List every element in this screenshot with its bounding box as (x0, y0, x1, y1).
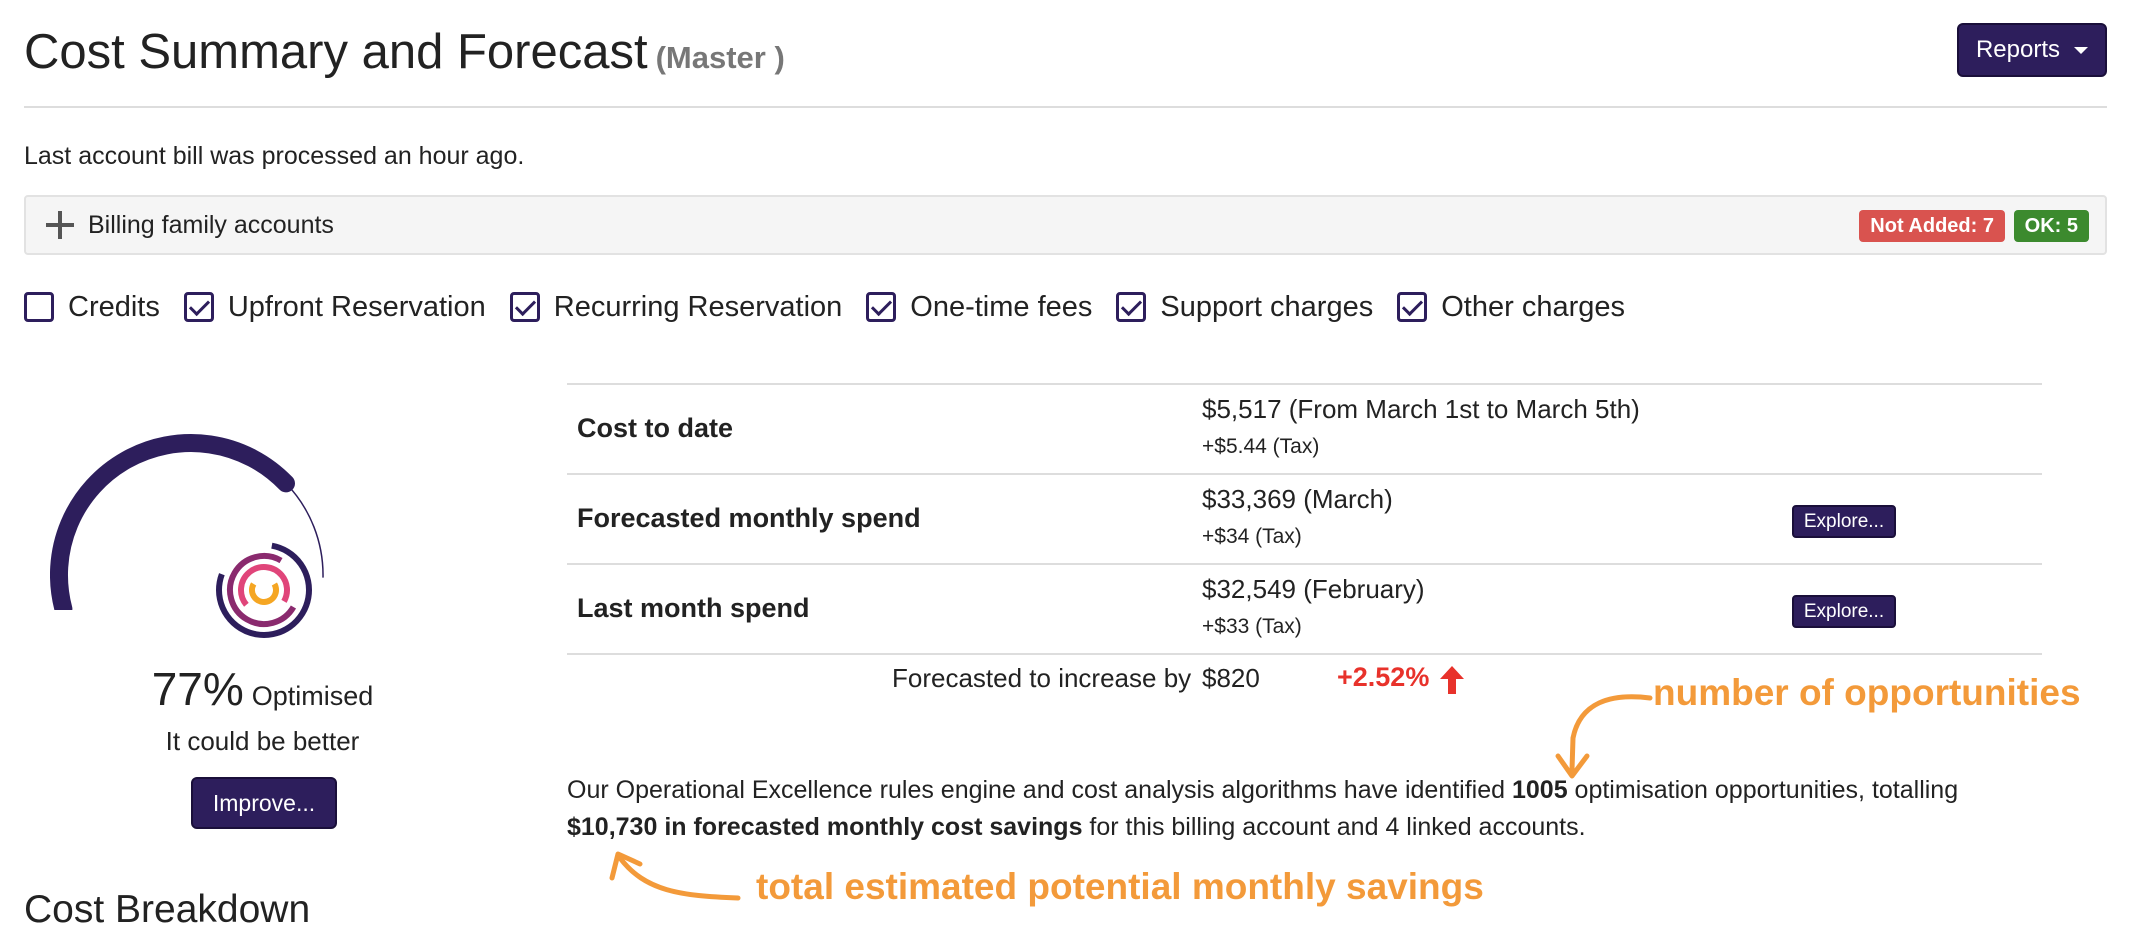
last-month-spend-label: Last month spend (577, 593, 810, 623)
support-charges-checkbox[interactable] (1116, 292, 1147, 322)
cost-breakdown-heading: Cost Breakdown (24, 888, 311, 931)
arrow-up-icon (1440, 666, 1464, 694)
recurring-reservation-label: Recurring Reservation (553, 290, 843, 323)
charge-filters: Credits Upfront Reservation Recurring Re… (24, 287, 1649, 327)
table-row: Forecasted monthly spend $33,369 (March)… (567, 475, 2042, 565)
page-title: Cost Summary and Forecast (Master ) (24, 24, 785, 80)
reports-dropdown-button[interactable]: Reports (1957, 23, 2107, 77)
cost-table: Cost to date $5,517 (From March 1st to M… (567, 383, 2042, 655)
credits-checkbox[interactable] (24, 292, 54, 322)
recurring-reservation-checkbox[interactable] (509, 292, 540, 322)
filter-credits[interactable]: Credits (24, 291, 160, 324)
support-charges-label: Support charges (1160, 290, 1374, 323)
last-month-spend-value: $32,549 (February) (1202, 574, 1425, 604)
forecasted-spend-tax: +$34 (Tax) (1202, 525, 1302, 548)
increase-amount: $820 (1202, 663, 1260, 693)
cost-to-date-label: Cost to date (577, 413, 734, 443)
filter-upfront-reservation[interactable]: Upfront Reservation (183, 290, 486, 324)
opportunities-arrow-icon (1555, 694, 1653, 779)
cost-to-date-value: $5,517 (From March 1st to March 5th) (1202, 394, 1640, 424)
billing-family-panel[interactable]: Billing family accounts Not Added: 7 OK:… (24, 195, 2107, 255)
page-header: Cost Summary and Forecast (Master ) Repor… (24, 18, 2107, 108)
title-text: Cost Summary and Forecast (24, 25, 648, 79)
reports-label: Reports (1975, 36, 2061, 63)
summary-text-3: for this billing account and 4 linked ac… (1082, 813, 1586, 841)
credits-label: Credits (68, 290, 160, 323)
explore-last-month-button[interactable]: Explore... (1792, 595, 1896, 628)
forecasted-spend-label: Forecasted monthly spend (577, 503, 921, 533)
upfront-reservation-checkbox[interactable] (183, 292, 214, 322)
one-time-fees-checkbox[interactable] (866, 292, 897, 322)
summary-text-1: Our Operational Excellence rules engine … (567, 776, 1512, 804)
optimised-percentage: 77% Optimised (0, 662, 525, 716)
forecasted-spend-value: $33,369 (March) (1202, 484, 1393, 514)
optimised-word: Optimised (251, 681, 374, 711)
optimisation-logo-icon (216, 542, 312, 638)
other-charges-checkbox[interactable] (1397, 292, 1428, 322)
not-added-badge: Not Added: 7 (1859, 210, 2005, 242)
last-month-spend-tax: +$33 (Tax) (1202, 615, 1302, 638)
one-time-fees-label: One-time fees (910, 290, 1093, 323)
ok-badge: OK: 5 (2013, 210, 2089, 242)
last-bill-status: Last account bill was processed an hour … (24, 142, 525, 170)
cost-to-date-tax: +$5.44 (Tax) (1202, 435, 1320, 458)
filter-one-time-fees[interactable]: One-time fees (866, 291, 1092, 324)
filter-support-charges[interactable]: Support charges (1116, 291, 1373, 324)
page-subtitle: (Master ) (655, 40, 785, 75)
savings-arrow-icon (609, 851, 741, 901)
other-charges-label: Other charges (1441, 290, 1625, 323)
percent-value: 77% (151, 663, 244, 715)
increase-label: Forecasted to increase by (892, 663, 1192, 693)
explore-forecast-button[interactable]: Explore... (1792, 505, 1896, 538)
improve-button[interactable]: Improve... (191, 777, 337, 829)
savings-annotation: total estimated potential monthly saving… (756, 866, 1484, 907)
table-row: Cost to date $5,517 (From March 1st to M… (567, 385, 2042, 475)
filter-recurring-reservation[interactable]: Recurring Reservation (509, 290, 843, 324)
caret-down-icon (2074, 46, 2089, 54)
increase-percent: +2.52% (1337, 662, 1430, 692)
upfront-reservation-label: Upfront Reservation (227, 290, 486, 323)
optimisation-summary: Our Operational Excellence rules engine … (567, 772, 2087, 846)
plus-icon[interactable] (46, 211, 74, 239)
table-row: Last month spend $32,549 (February) +$33… (567, 565, 2042, 655)
filter-other-charges[interactable]: Other charges (1397, 291, 1625, 324)
optimisation-message: It could be better (165, 726, 360, 756)
billing-family-label[interactable]: Billing family accounts (88, 211, 334, 240)
savings-amount: $10,730 in forecasted monthly cost savin… (567, 813, 1083, 841)
opportunities-annotation: number of opportunities (1653, 672, 2081, 713)
